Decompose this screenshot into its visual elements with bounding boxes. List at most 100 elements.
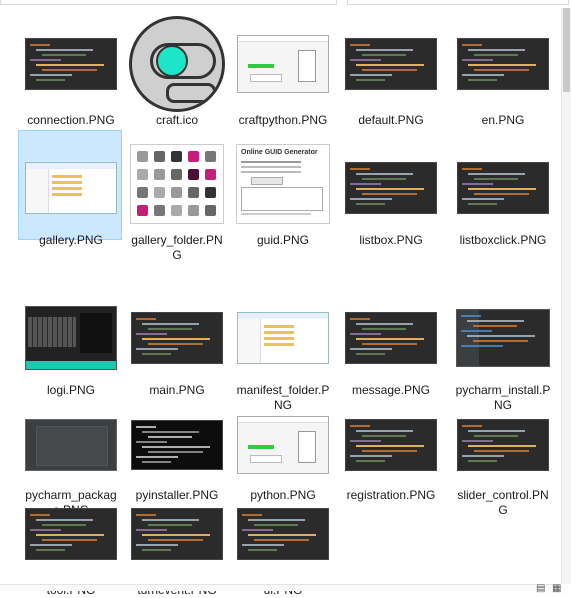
guid-result-box <box>241 187 323 211</box>
list-box <box>298 50 316 82</box>
code-screenshot-thumbnail <box>25 38 117 90</box>
gallery-icon <box>154 187 165 198</box>
file-item[interactable]: craftpython.PNG <box>230 10 335 127</box>
gallery-icon <box>171 205 182 216</box>
ide-sidebar <box>457 310 479 366</box>
gallery-icon <box>137 151 148 162</box>
code-screenshot-thumbnail <box>345 312 437 364</box>
gallery-icon <box>154 151 165 162</box>
guid-web-page-thumbnail: Online GUID Generator <box>236 144 330 224</box>
file-item[interactable]: craft.ico <box>124 10 229 127</box>
file-item[interactable]: default.PNG <box>338 10 443 127</box>
file-thumbnail <box>125 15 229 113</box>
file-name-label: guid.PNG <box>256 233 310 247</box>
gallery-icon <box>188 187 199 198</box>
gallery-icon <box>171 187 182 198</box>
file-thumbnail <box>231 303 335 373</box>
gallery-icon <box>171 151 182 162</box>
file-thumbnail <box>19 29 123 99</box>
window-screenshot-thumbnail <box>237 35 329 93</box>
file-thumbnail <box>125 410 229 480</box>
file-thumbnail <box>339 303 443 373</box>
file-name-label: craftpython.PNG <box>238 113 328 127</box>
input-box <box>250 455 282 463</box>
file-item[interactable]: slider_control.PNG <box>450 385 555 517</box>
file-name-label: listbox.PNG <box>359 233 423 247</box>
file-item[interactable]: ui.PNG <box>230 480 334 597</box>
file-thumbnail <box>231 29 335 99</box>
ide-screenshot-thumbnail <box>456 309 550 367</box>
terminal-screenshot-thumbnail <box>131 420 223 470</box>
gallery-icon <box>205 169 216 180</box>
window-screenshot-thumbnail <box>237 416 329 474</box>
file-thumbnail <box>125 303 229 373</box>
guid-option-lines <box>241 161 301 163</box>
gallery-icon <box>154 169 165 180</box>
code-screenshot-thumbnail <box>237 508 329 560</box>
details-view-icon[interactable]: ▤ <box>536 583 545 594</box>
folder-marks <box>264 325 294 328</box>
file-item[interactable]: connection.PNG <box>18 10 123 127</box>
file-thumbnail <box>125 135 229 233</box>
file-item[interactable]: message.PNG <box>338 280 443 397</box>
gallery-icon <box>188 169 199 180</box>
file-item[interactable]: Online GUID Generator guid.PNG <box>230 130 334 247</box>
package-dialog-thumbnail <box>25 419 117 471</box>
scrollbar-thumb[interactable] <box>563 8 570 92</box>
file-item[interactable]: main.PNG <box>124 280 229 397</box>
guid-footer-line <box>241 213 311 215</box>
file-item[interactable]: gallery.PNG <box>18 130 123 247</box>
nav-pane <box>238 319 261 363</box>
vertical-scrollbar[interactable] <box>561 8 571 584</box>
icon-gallery-thumbnail <box>130 144 224 224</box>
file-item[interactable]: turnevent.PNG <box>124 480 228 597</box>
file-item[interactable]: gallery_folder.PNG <box>124 130 229 262</box>
file-item[interactable]: registration.PNG <box>338 385 443 502</box>
side-panel <box>80 313 112 353</box>
code-screenshot-thumbnail <box>345 162 437 214</box>
file-item[interactable]: manifest_folder.PNG <box>230 280 335 412</box>
file-thumbnail <box>339 29 443 99</box>
gallery-icon <box>137 187 148 198</box>
large-icons-view-icon[interactable]: ▦ <box>552 583 561 594</box>
gallery-icon <box>137 169 148 180</box>
file-item[interactable]: en.PNG <box>450 10 555 127</box>
file-item[interactable]: pycharm_install.PNG <box>450 280 555 412</box>
file-name-label: gallery.PNG <box>39 233 103 247</box>
folder-marks <box>52 175 82 178</box>
file-item[interactable]: logi.PNG <box>18 280 122 397</box>
code-screenshot-thumbnail <box>457 419 549 471</box>
gallery-icon <box>205 151 216 162</box>
code-screenshot-thumbnail <box>345 419 437 471</box>
explorer-screenshot-thumbnail <box>25 162 117 214</box>
file-name-label: registration.PNG <box>346 488 436 502</box>
nav-pane <box>26 169 49 213</box>
code-screenshot-thumbnail <box>131 312 223 364</box>
file-name-label: connection.PNG <box>27 113 115 127</box>
code-screenshot-thumbnail <box>25 508 117 560</box>
gallery-icon <box>205 187 216 198</box>
file-item[interactable]: pyinstaller.PNG <box>124 385 229 502</box>
file-thumbnail <box>339 410 443 480</box>
progress-strip <box>248 445 274 449</box>
title-strip <box>238 36 328 42</box>
file-item[interactable]: tool.PNG <box>18 480 122 597</box>
keyboard-keys <box>28 317 76 347</box>
dialog-panel <box>36 426 108 466</box>
file-thumbnail <box>451 29 555 99</box>
code-screenshot-thumbnail <box>131 508 223 560</box>
gallery-icon <box>137 205 148 216</box>
file-thumbnail <box>339 153 443 223</box>
file-thumbnail <box>451 410 555 480</box>
code-screenshot-thumbnail <box>457 38 549 90</box>
file-thumbnail <box>19 153 123 223</box>
file-item[interactable]: listboxclick.PNG <box>450 130 555 247</box>
file-thumbnail <box>451 303 555 373</box>
file-item[interactable]: listbox.PNG <box>338 130 443 247</box>
file-name-label: craft.ico <box>155 113 198 127</box>
file-item[interactable]: python.PNG <box>230 385 334 502</box>
file-thumbnail <box>451 153 555 223</box>
file-item[interactable]: pycharm_package.PNG <box>18 385 122 517</box>
gallery-icon <box>154 205 165 216</box>
craft-icon-dot <box>156 45 188 77</box>
